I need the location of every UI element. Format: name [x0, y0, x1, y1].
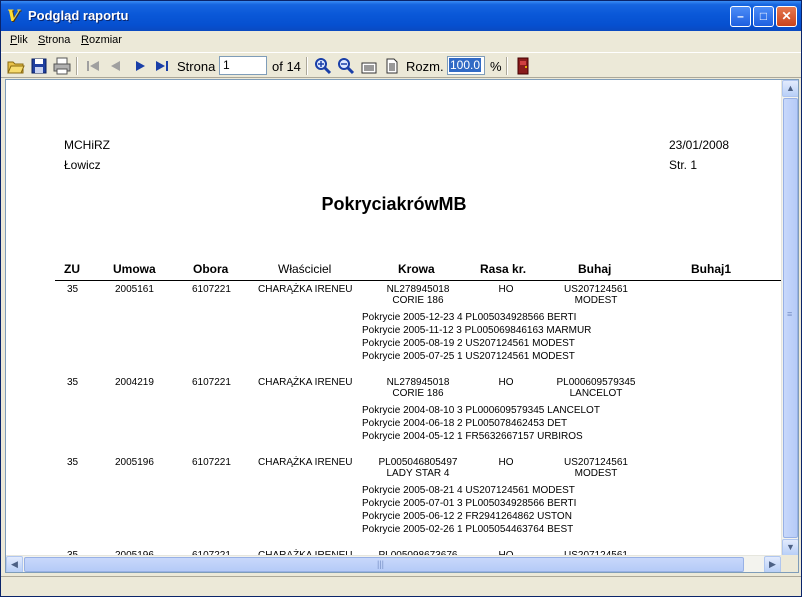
record-obora: 6107221 — [192, 284, 231, 295]
menu-bar: Plik Strona Rozmiar — [1, 31, 801, 51]
page-total: of 14 — [272, 59, 301, 74]
title-bar[interactable]: V Podgląd raportu – □ ✕ — [1, 1, 801, 31]
save-icon[interactable] — [30, 57, 48, 75]
record-event: Pokrycie 2005-07-01 3 PL005034928566 BER… — [362, 498, 577, 509]
whole-page-icon[interactable] — [383, 57, 401, 75]
zoom-out-icon[interactable] — [337, 57, 355, 75]
horizontal-scrollbar[interactable]: ◀ ||| ▶ — [6, 555, 782, 572]
record-event: Pokrycie 2004-05-12 1 FR5632667157 URBIR… — [362, 431, 583, 442]
scroll-down-button[interactable]: ▼ — [782, 539, 798, 556]
record-obora: 6107221 — [192, 377, 231, 388]
column-header-krowa: Krowa — [398, 262, 435, 276]
record-rasa: HO — [498, 457, 514, 468]
record-krowa-id: NL278945018 — [386, 284, 450, 295]
record-zu: 35 — [67, 457, 79, 468]
record-zu: 35 — [67, 284, 79, 295]
record-rasa: HO — [498, 284, 514, 295]
column-header-obora: Obora — [193, 262, 229, 276]
record-obora: 6107221 — [192, 457, 231, 468]
record-buhaj-name: MODEST — [574, 295, 618, 306]
column-header-buhaj: Buhaj — [578, 262, 612, 276]
record-event: Pokrycie 2005-07-25 1 US207124561 MODEST — [362, 351, 575, 362]
record-umowa: 2004219 — [115, 377, 154, 388]
record-owner: CHARĄŻKA IRENEU — [258, 284, 353, 295]
maximize-button[interactable]: □ — [753, 6, 774, 27]
report-company: MCHiRZ — [64, 138, 110, 152]
record-krowa-id: PL005046805497 — [378, 457, 458, 468]
record-buhaj-name: LANCELOT — [569, 388, 623, 399]
open-folder-icon[interactable] — [7, 57, 25, 75]
column-header-wlasciciel: Właściciel — [278, 262, 332, 276]
zoom-value: 100.0 — [449, 58, 482, 72]
window-title: Podgląd raportu — [28, 8, 129, 23]
previous-page-icon[interactable] — [107, 57, 125, 75]
record-buhaj-id: US207124561 — [564, 284, 628, 295]
status-bar — [1, 576, 801, 596]
scroll-right-button[interactable]: ▶ — [764, 556, 781, 572]
vertical-scroll-thumb[interactable]: ≡ — [783, 98, 798, 538]
record-event: Pokrycie 2004-06-18 2 PL005078462453 DET — [362, 418, 568, 429]
record-rasa: HO — [498, 377, 514, 388]
report-viewer[interactable]: MCHiRZ Łowicz 23/01/2008 Str. 1 Pokrycia… — [5, 79, 799, 573]
record-buhaj-id: US207124561 — [564, 457, 628, 468]
close-button[interactable]: ✕ — [776, 6, 797, 27]
record-krowa-name: CORIE 186 — [392, 295, 444, 306]
record-event: Pokrycie 2005-12-23 4 PL005034928566 BER… — [362, 312, 577, 323]
record-event: Pokrycie 2005-08-21 4 US207124561 MODEST — [362, 485, 575, 496]
record-event: Pokrycie 2004-08-10 3 PL000609579345 LAN… — [362, 405, 600, 416]
record-event: Pokrycie 2005-06-12 2 FR2941264862 USTON — [362, 511, 572, 522]
scrollbar-corner — [781, 555, 798, 572]
report-page: MCHiRZ Łowicz 23/01/2008 Str. 1 Pokrycia… — [6, 80, 782, 556]
record-krowa-name: CORIE 186 — [392, 388, 444, 399]
column-header-buhaj1: Buhaj1 — [691, 262, 732, 276]
report-title: PokryciakrówMB — [321, 194, 467, 214]
zoom-input[interactable]: 100.0 — [447, 56, 485, 75]
minimize-button[interactable]: – — [730, 6, 751, 27]
record-krowa-id: NL278945018 — [386, 377, 450, 388]
next-page-icon[interactable] — [131, 57, 149, 75]
column-header-zu: ZU — [64, 262, 80, 276]
column-header-rasa: Rasa kr. — [480, 262, 527, 276]
record-buhaj-name: MODEST — [574, 468, 618, 479]
header-divider — [55, 280, 782, 281]
record-zu: 35 — [67, 377, 79, 388]
record-owner: CHARĄŻKA IRENEU — [258, 377, 353, 388]
first-page-icon[interactable] — [84, 57, 102, 75]
menu-rozmiar[interactable]: Rozmiar — [81, 34, 122, 46]
report-page-number: Str. 1 — [669, 158, 698, 172]
toolbar-separator — [306, 57, 308, 75]
exit-door-icon[interactable] — [514, 57, 532, 75]
record-buhaj-id: PL000609579345 — [556, 377, 636, 388]
page-width-icon[interactable] — [360, 57, 378, 75]
record-krowa-name: LADY STAR 4 — [386, 468, 450, 479]
report-preview-window: V Podgląd raportu – □ ✕ Plik Strona Rozm… — [0, 0, 802, 597]
record-owner: CHARĄŻKA IRENEU — [258, 457, 353, 468]
record-event: Pokrycie 2005-02-26 1 PL005054463764 BES… — [362, 524, 574, 535]
report-date: 23/01/2008 — [669, 138, 730, 152]
toolbar-separator — [76, 57, 78, 75]
record-event: Pokrycie 2005-11-12 3 PL005069846163 MAR… — [362, 325, 592, 336]
record-umowa: 2005196 — [115, 457, 154, 468]
record-event: Pokrycie 2005-08-19 2 US207124561 MODEST — [362, 338, 575, 349]
scroll-up-button[interactable]: ▲ — [782, 80, 798, 97]
app-icon[interactable]: V — [7, 7, 25, 25]
toolbar-separator — [506, 57, 508, 75]
zoom-in-icon[interactable] — [314, 57, 332, 75]
toolbar: Strona 1 of 14 Rozm. 100.0 % — [1, 52, 801, 78]
record-umowa: 2005161 — [115, 284, 154, 295]
zoom-label: Rozm. — [406, 59, 444, 74]
vertical-scrollbar[interactable]: ▲ ≡ ▼ — [781, 80, 798, 556]
page-number-input[interactable]: 1 — [219, 56, 267, 75]
report-city: Łowicz — [64, 158, 101, 172]
zoom-unit: % — [490, 59, 502, 74]
column-header-umowa: Umowa — [113, 262, 156, 276]
last-page-icon[interactable] — [153, 57, 171, 75]
menu-plik[interactable]: Plik — [10, 34, 28, 46]
scroll-left-button[interactable]: ◀ — [6, 556, 23, 572]
page-label: Strona — [177, 59, 216, 74]
horizontal-scroll-thumb[interactable]: ||| — [24, 557, 744, 572]
print-icon[interactable] — [53, 57, 71, 75]
menu-strona[interactable]: Strona — [38, 34, 70, 46]
